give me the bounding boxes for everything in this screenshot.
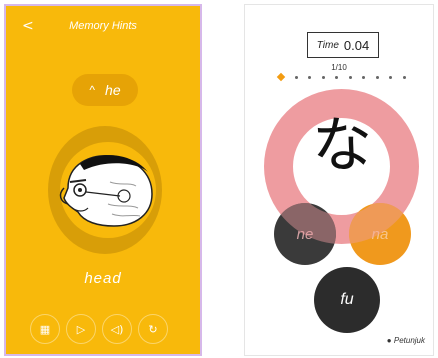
answer-option-fu[interactable]: fu (314, 267, 380, 333)
control-bar: ▦ ▷ ◁) ↻ (30, 314, 180, 348)
hint-pill[interactable]: ^ he (72, 74, 138, 106)
hint-link[interactable]: ● Petunjuk (387, 336, 425, 345)
grid-button[interactable]: ▦ (30, 314, 60, 344)
progress-dot (335, 75, 339, 79)
progress-dot (375, 75, 379, 79)
progress-dot-current (276, 72, 286, 82)
quiz-panel: Time 0.04 1/10 な ne na fu ● Petunjuk (244, 4, 434, 356)
progress-dot (321, 75, 325, 79)
progress-dot (348, 75, 352, 79)
hint-link-label: Petunjuk (393, 336, 425, 345)
chevron-up-icon: ^ (89, 83, 96, 97)
play-button[interactable]: ▷ (66, 314, 96, 344)
speaker-icon: ◁) (110, 322, 124, 336)
memory-hints-panel: < Memory Hints ^ he head ▦ ▷ ◁) ↻ (4, 4, 202, 356)
refresh-button[interactable]: ↻ (138, 314, 168, 344)
progress-dot (308, 75, 312, 79)
play-icon: ▷ (76, 322, 86, 336)
hint-word: head (84, 270, 122, 287)
progress-dot (294, 75, 298, 79)
answer-option-na[interactable]: na (349, 203, 411, 265)
timer-box: Time 0.04 (307, 32, 379, 58)
question-progress: 1/10 (331, 63, 347, 72)
timer-value: 0.04 (343, 37, 370, 53)
audio-button[interactable]: ◁) (102, 314, 132, 344)
progress-dots (276, 72, 406, 82)
grid-icon: ▦ (39, 322, 51, 336)
question-kana: な (312, 111, 372, 181)
page-title: Memory Hints (69, 20, 137, 32)
head-illustration (59, 155, 153, 227)
hint-text: he (105, 82, 121, 98)
progress-dot (389, 75, 393, 79)
timer-label: Time (316, 39, 339, 51)
answer-option-ne[interactable]: ne (274, 203, 336, 265)
progress-dot (362, 75, 366, 79)
refresh-icon: ↻ (148, 322, 158, 336)
progress-dot (402, 75, 406, 79)
